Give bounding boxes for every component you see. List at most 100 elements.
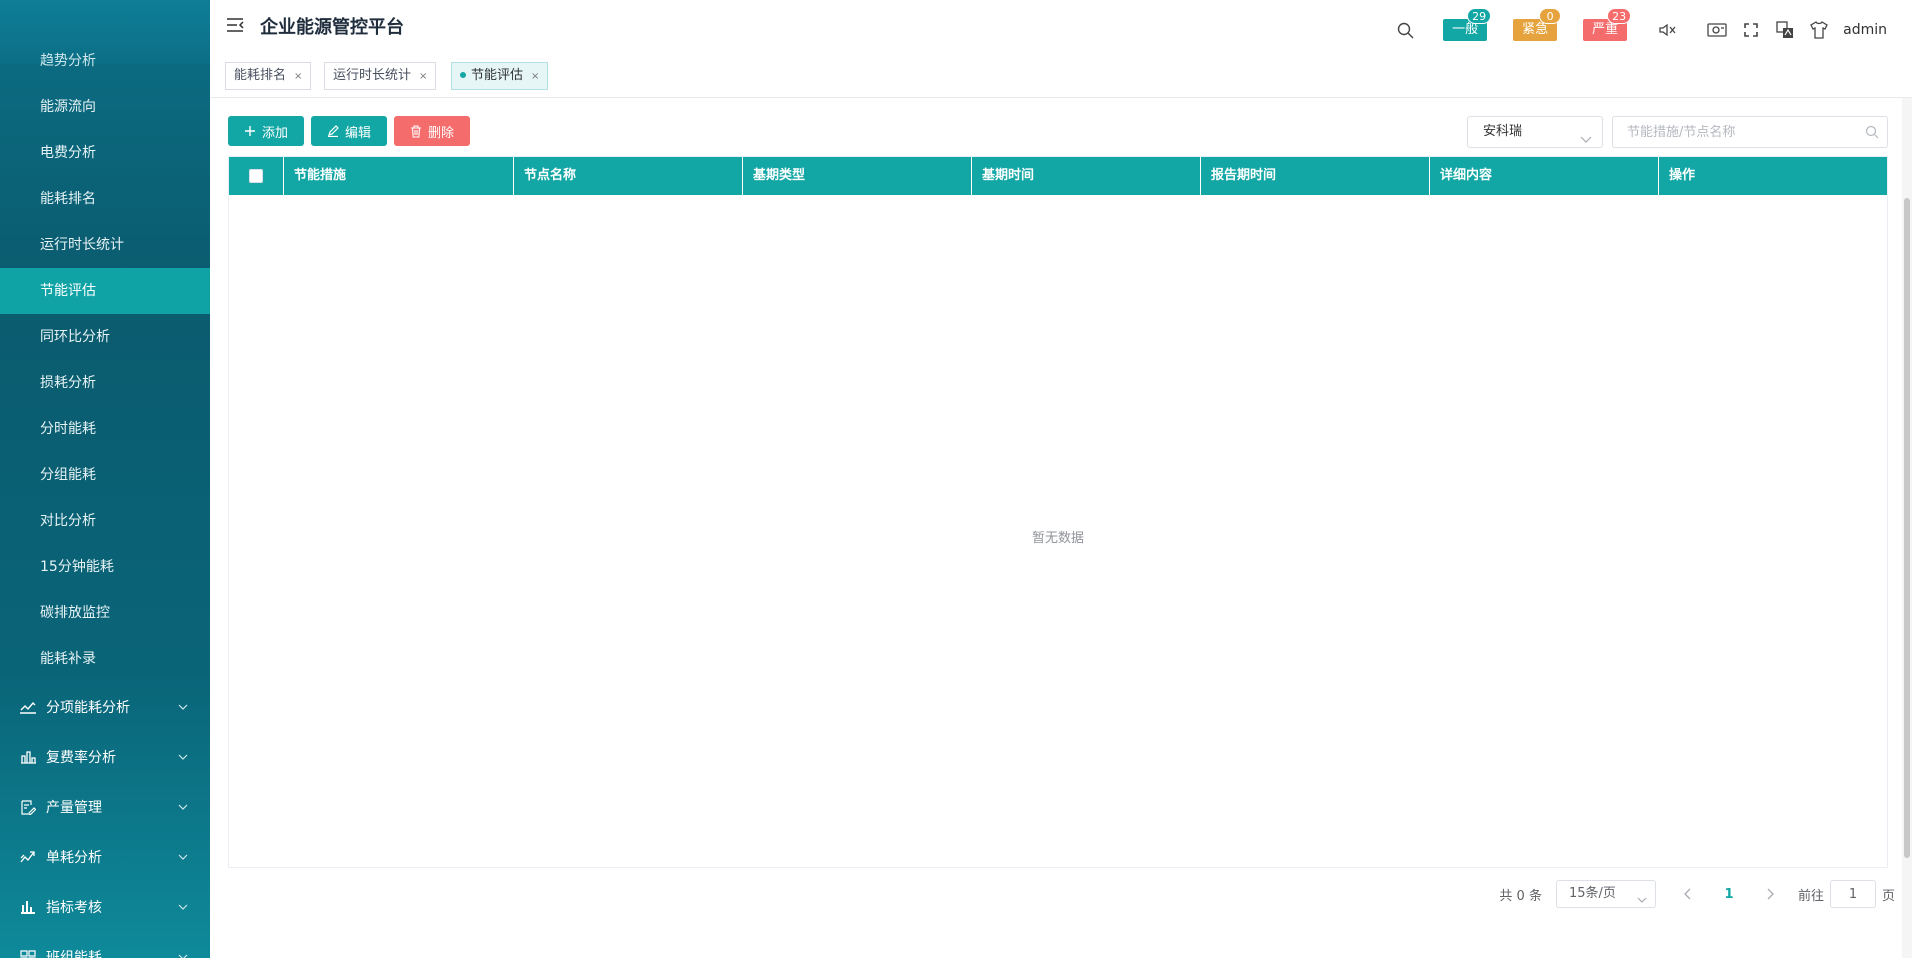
sidebar-group-itemized-energy[interactable]: 分项能耗分析 (0, 682, 210, 732)
close-icon[interactable]: × (294, 71, 302, 82)
page-number-current[interactable]: 1 (1714, 887, 1744, 902)
col-header-node-name[interactable]: 节点名称 (514, 157, 743, 195)
tag-label: 能耗排名 (234, 68, 287, 83)
alert-severe-count-badge: 23 (1607, 8, 1632, 24)
col-header-base-type[interactable]: 基期类型 (743, 157, 972, 195)
tag-runtime-stats[interactable]: 运行时长统计 × (324, 62, 437, 90)
sidebar-item-energy-flow[interactable]: 能源流向 (0, 84, 210, 130)
mute-icon[interactable] (1655, 18, 1679, 42)
bar-chart-icon (18, 749, 38, 765)
camera-icon[interactable] (1705, 18, 1729, 42)
tag-energy-saving-eval[interactable]: 节能评估 × (451, 62, 549, 90)
table-header-select (229, 157, 284, 195)
delete-button-label: 删除 (427, 125, 454, 141)
chevron-down-icon (1580, 126, 1592, 156)
sidebar-logo-area: 趋势分析 (0, 0, 210, 69)
tag-label: 节能评估 (471, 68, 524, 83)
alert-normal-count-badge: 29 (1467, 8, 1492, 24)
close-icon[interactable]: × (531, 71, 539, 82)
chevron-down-icon (174, 854, 192, 860)
add-button[interactable]: 添加 (228, 116, 304, 146)
alert-normal-button[interactable]: 一般 29 (1443, 8, 1492, 41)
sidebar-item-runtime-stats[interactable]: 运行时长统计 (0, 222, 210, 268)
chevron-down-icon (174, 754, 192, 760)
pagination-total: 共 0 条 (1499, 888, 1542, 904)
alert-severe-button[interactable]: 严重 23 (1583, 8, 1632, 41)
col-header-measure[interactable]: 节能措施 (284, 157, 514, 195)
header-actions: 一般 29 紧急 0 严重 23 admin (1393, 0, 1912, 60)
chevron-down-icon (174, 904, 192, 910)
edit-button[interactable]: 编辑 (311, 116, 387, 146)
sidebar-group-unit-consumption[interactable]: 单耗分析 (0, 832, 210, 882)
alert-urgent-label: 紧急 (1522, 22, 1549, 37)
select-all-checkbox[interactable] (249, 169, 263, 183)
search-icon[interactable] (1393, 18, 1417, 42)
sidebar-item-electricity-cost[interactable]: 电费分析 (0, 130, 210, 176)
sidebar-group-multi-rate[interactable]: 复费率分析 (0, 732, 210, 782)
col-header-actions: 操作 (1669, 168, 1696, 183)
tag-energy-ranking[interactable]: 能耗排名 × (225, 62, 312, 90)
sidebar-item-time-energy[interactable]: 分时能耗 (0, 406, 210, 452)
search-box (1612, 116, 1888, 148)
grid-icon (18, 949, 38, 958)
company-select-value: 安科瑞 (1483, 124, 1523, 139)
zigzag-icon (18, 849, 38, 865)
company-select[interactable]: 安科瑞 (1467, 116, 1603, 148)
sidebar-item-trend-analysis[interactable]: 趋势分析 (40, 50, 96, 70)
trash-icon (410, 124, 422, 138)
tags-view: 能耗排名 × 运行时长统计 × 节能评估 × (210, 52, 1912, 98)
table-empty-text: 暂无数据 (1031, 531, 1084, 546)
scrollbar-thumb[interactable] (1904, 198, 1910, 858)
delete-button[interactable]: 删除 (394, 116, 470, 146)
goto-page-input[interactable] (1829, 880, 1876, 908)
col-header-report-time[interactable]: 报告期时间 (1201, 157, 1430, 195)
alert-normal-label: 一般 (1452, 22, 1479, 37)
page-size-select[interactable]: 15条/页 (1555, 880, 1656, 908)
alert-urgent-count-badge: 0 (1539, 8, 1562, 24)
user-menu[interactable]: admin (1843, 22, 1887, 38)
page-title: 企业能源管控平台 (260, 17, 404, 38)
search-icon[interactable] (1865, 125, 1879, 143)
next-page-button[interactable] (1756, 880, 1784, 908)
fullscreen-icon[interactable] (1739, 18, 1763, 42)
prev-page-button[interactable] (1674, 880, 1702, 908)
sidebar-item-comparison[interactable]: 对比分析 (0, 498, 210, 544)
close-icon[interactable]: × (419, 71, 427, 82)
sidebar-item-energy-supplement[interactable]: 能耗补录 (0, 636, 210, 682)
page-scrollbar[interactable] (1902, 98, 1912, 958)
active-dot-icon (460, 71, 466, 78)
sidebar-group-kpi[interactable]: 指标考核 (0, 882, 210, 932)
menu-fold-icon[interactable] (226, 16, 244, 34)
chevron-down-icon (174, 804, 192, 810)
header: 企业能源管控平台 一般 29 紧急 0 严重 23 admin (210, 0, 1912, 52)
plus-icon (244, 125, 256, 137)
sidebar-group-label: 班组能耗 (46, 950, 102, 958)
sidebar-item-energy-saving-eval[interactable]: 节能评估 (0, 268, 210, 314)
sidebar-group-team-energy[interactable]: 班组能耗 (0, 932, 210, 958)
sidebar-item-yoy-mom[interactable]: 同环比分析 (0, 314, 210, 360)
table-header: 节能措施 节点名称 基期类型 基期时间 报告期时间 详细内容 操作 (229, 157, 1887, 195)
sidebar-item-energy-ranking[interactable]: 能耗排名 (0, 176, 210, 222)
search-input[interactable] (1627, 117, 1857, 147)
chevron-down-icon (1637, 888, 1647, 914)
sidebar-group-output-mgmt[interactable]: 产量管理 (0, 782, 210, 832)
chevron-down-icon (174, 954, 192, 958)
sidebar-item-carbon-monitor[interactable]: 碳排放监控 (0, 590, 210, 636)
alert-urgent-button[interactable]: 紧急 0 (1513, 8, 1562, 41)
translate-icon[interactable] (1773, 18, 1797, 42)
edit-doc-icon (18, 799, 38, 815)
sidebar-item-group-energy[interactable]: 分组能耗 (0, 452, 210, 498)
data-table: 节能措施 节点名称 基期类型 基期时间 报告期时间 详细内容 操作 暂无数据 (228, 156, 1888, 868)
column-chart-icon (18, 899, 38, 915)
col-header-base-time[interactable]: 基期时间 (972, 157, 1201, 195)
page-size-value: 15条/页 (1568, 886, 1616, 901)
sidebar-group-label: 指标考核 (46, 900, 102, 916)
tag-label: 运行时长统计 (333, 68, 412, 83)
sidebar: 能源流向 电费分析 能耗排名 运行时长统计 节能评估 同环比分析 损耗分析 分时… (0, 0, 210, 958)
pencil-icon (327, 125, 339, 137)
trend-line-icon (18, 699, 38, 715)
col-header-details[interactable]: 详细内容 (1430, 157, 1659, 195)
theme-shirt-icon[interactable] (1807, 18, 1831, 42)
sidebar-item-15min-energy[interactable]: 15分钟能耗 (0, 544, 210, 590)
sidebar-item-loss-analysis[interactable]: 损耗分析 (0, 360, 210, 406)
